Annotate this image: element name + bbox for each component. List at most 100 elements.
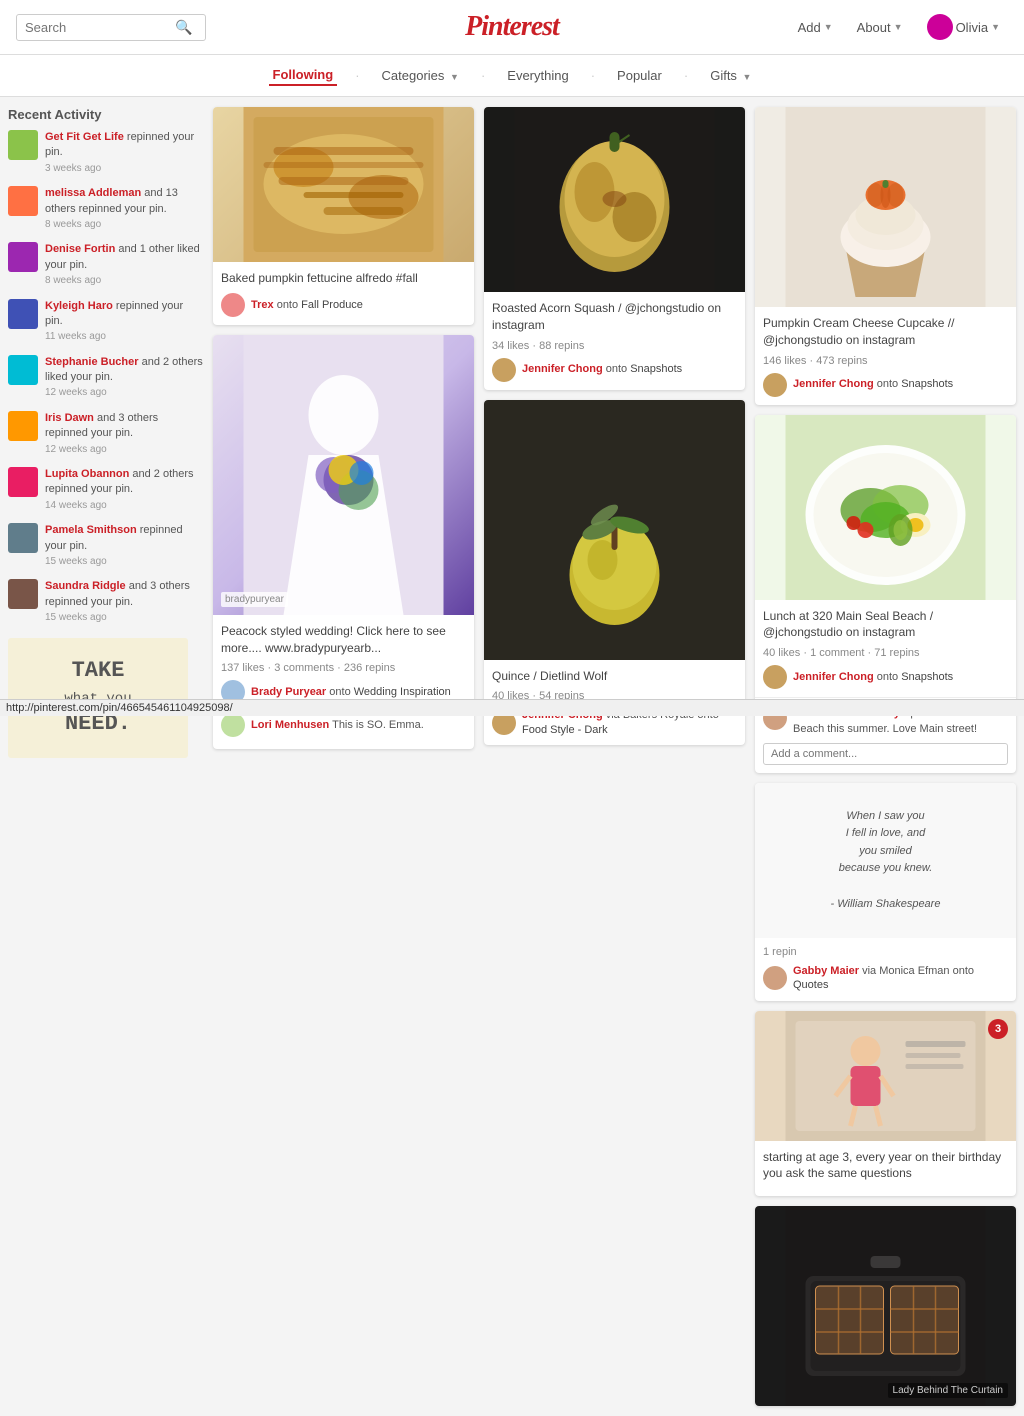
repinner-name[interactable]: Lori Menhusen [251,719,329,731]
activity-user-link[interactable]: Pamela Smithson [45,524,137,536]
pinner-name[interactable]: Gabby Maier [793,965,859,977]
activity-thumb [8,299,38,329]
pinner-name[interactable]: Jennifer Chong [793,378,874,390]
comment-input[interactable] [763,743,1008,765]
activity-time: 12 weeks ago [45,444,107,455]
pin-card-waffle[interactable]: Lady Behind The Curtain [755,1206,1016,1406]
activity-item: Kyleigh Haro repinned your pin. 11 weeks… [8,299,203,345]
activity-item: Iris Dawn and 3 others repinned your pin… [8,411,203,457]
pin-desc-wedding: Peacock styled wedding! Click here to se… [221,623,466,657]
pinner-info: Gabby Maier via Monica Efman onto Quotes [793,964,1008,993]
subnav-popular[interactable]: Popular [613,66,666,85]
subnav-following[interactable]: Following [269,65,338,86]
search-button[interactable]: 🔍 [175,19,192,36]
pin-stats-salad: 40 likes · 1 comment · 71 repins [763,647,1008,659]
pinner-avatar [763,665,787,689]
subnav: Following · Categories ▼ · Everything · … [0,55,1024,97]
pin-footer-salad: Jennifer Chong onto Snapshots [763,665,1008,689]
pin-body-squash: Roasted Acorn Squash / @jchongstudio on … [484,292,745,390]
pinner-name[interactable]: Jennifer Chong [522,363,603,375]
activity-item: Pamela Smithson repinned your pin. 15 we… [8,523,203,569]
pin-image-squash [484,107,745,292]
search-input[interactable] [25,20,175,35]
activity-user-link[interactable]: Kyleigh Haro [45,300,113,312]
pin-footer-cupcake: Jennifer Chong onto Snapshots [763,373,1008,397]
pin-card-baby[interactable]: 3 starting at age 3, every year on their… [755,1011,1016,1197]
pin-stats-squash: 34 likes · 88 repins [492,340,737,352]
subnav-gifts[interactable]: Gifts ▼ [706,66,755,85]
activity-user-link[interactable]: Lupita Obannon [45,468,129,480]
activity-text: melissa Addleman and 13 others repinned … [45,186,203,232]
pinner-name[interactable]: Brady Puryear [251,686,326,698]
take-need-image: TAKEwhat youNEED. [8,638,188,758]
pin-attr: bradypuryear [221,592,288,607]
pin-image-baby: 3 [755,1011,1016,1141]
activity-text: Iris Dawn and 3 others repinned your pin… [45,411,203,457]
waffle-attr: Lady Behind The Curtain [888,1383,1008,1398]
repinner-info: Lori Menhusen This is SO. Emma. [251,718,424,732]
logo[interactable]: Pinterest [465,11,559,43]
board-name[interactable]: Snapshots [901,671,953,683]
pin-body-wedding: Peacock styled wedding! Click here to se… [213,615,474,750]
activity-thumb [8,355,38,385]
pin-column-1: Baked pumpkin fettucine alfredo #fall Tr… [213,107,474,749]
pin-body-baby: starting at age 3, every year on their b… [755,1141,1016,1197]
activity-user-link[interactable]: Denise Fortin [45,243,115,255]
subnav-categories[interactable]: Categories ▼ [378,66,463,85]
activity-user-link[interactable]: Iris Dawn [45,412,94,424]
add-button[interactable]: Add ▼ [790,16,841,39]
pinner-info: Jennifer Chong onto Snapshots [793,377,953,391]
pinner-avatar [492,358,516,382]
board-name[interactable]: Wedding Inspiration [354,686,451,698]
pinner-name[interactable]: Jennifer Chong [793,671,874,683]
activity-thumb [8,467,38,497]
activity-thumb [8,186,38,216]
about-arrow-icon: ▼ [894,22,903,32]
about-button[interactable]: About ▼ [849,16,911,39]
badge: 3 [988,1019,1008,1039]
board-name[interactable]: Snapshots [901,378,953,390]
sep1: · [355,68,359,83]
via-name[interactable]: Monica Efman [879,965,949,977]
categories-arrow-icon: ▼ [450,72,459,82]
pin-card-squash[interactable]: Roasted Acorn Squash / @jchongstudio on … [484,107,745,390]
activity-text: Stephanie Bucher and 2 others liked your… [45,355,203,401]
pin-card-pasta[interactable]: Baked pumpkin fettucine alfredo #fall Tr… [213,107,474,325]
pin-card-quince[interactable]: Quince / Dietlind Wolf 40 likes · 54 rep… [484,400,745,745]
pin-card-quote[interactable]: When I saw youI fell in love, andyou smi… [755,783,1016,1001]
pinner-avatar [763,966,787,990]
board-name[interactable]: Snapshots [630,363,682,375]
activity-user-link[interactable]: melissa Addleman [45,187,141,199]
main-content: Recent Activity Get Fit Get Life repinne… [0,97,1024,1416]
activity-time: 14 weeks ago [45,500,107,511]
activity-thumb [8,242,38,272]
activity-time: 15 weeks ago [45,612,107,623]
right-nav: Add ▼ About ▼ Olivia ▼ [790,10,1008,44]
board-name[interactable]: Quotes [793,979,828,991]
activity-thumb [8,130,38,160]
activity-user-link[interactable]: Get Fit Get Life [45,131,124,143]
activity-item: Stephanie Bucher and 2 others liked your… [8,355,203,401]
pin-desc-cupcake: Pumpkin Cream Cheese Cupcake // @jchongs… [763,315,1008,349]
pin-card-cupcake[interactable]: Pumpkin Cream Cheese Cupcake // @jchongs… [755,107,1016,405]
activity-user-link[interactable]: Stephanie Bucher [45,356,139,368]
pin-image-cupcake [755,107,1016,307]
activity-text: Get Fit Get Life repinned your pin. 3 we… [45,130,203,176]
activity-user-link[interactable]: Saundra Ridgle [45,580,126,592]
sidebar-image-card[interactable]: TAKEwhat youNEED. [8,638,188,758]
pin-card-salad[interactable]: Lunch at 320 Main Seal Beach / @jchongst… [755,415,1016,773]
pinner-name[interactable]: Trex [251,299,274,311]
pin-column-2: Roasted Acorn Squash / @jchongstudio on … [484,107,745,745]
pin-card-wedding[interactable]: bradypuryear Peacock styled wedding! Cli… [213,335,474,750]
activity-thumb [8,579,38,609]
take-need-text: TAKEwhat youNEED. [56,650,139,745]
activity-time: 11 weeks ago [45,331,106,342]
pin-image-pasta [213,107,474,262]
user-menu-button[interactable]: Olivia ▼ [919,10,1008,44]
board-name[interactable]: Food Style - Dark [522,724,608,736]
board-name[interactable]: Fall Produce [301,299,363,311]
activity-item: Saundra Ridgle and 3 others repinned you… [8,579,203,625]
subnav-everything[interactable]: Everything [503,66,572,85]
sep3: · [591,68,595,83]
repinner-footer: Lori Menhusen This is SO. Emma. [221,713,466,737]
